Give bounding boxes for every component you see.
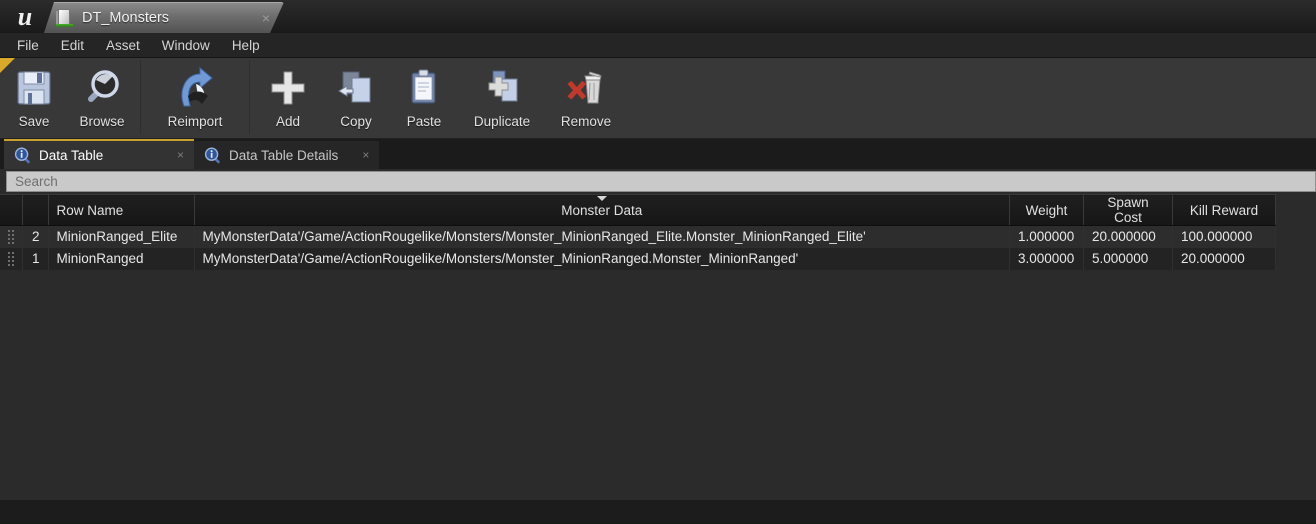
add-button-label: Add — [275, 114, 301, 129]
reimport-button-label: Reimport — [167, 114, 223, 129]
cell-monster-data[interactable]: MyMonsterData'/Game/ActionRougelike/Mons… — [194, 247, 1010, 270]
toolbar-separator-2 — [249, 60, 250, 134]
reimport-button[interactable]: Reimport — [145, 58, 245, 137]
column-header-weight[interactable]: Weight — [1009, 194, 1084, 226]
tab-data-table-details[interactable]: Data Table Details × — [194, 141, 380, 169]
column-header-kill-reward[interactable]: Kill Reward — [1172, 194, 1276, 226]
remove-button-label: Remove — [560, 114, 612, 129]
table-row[interactable]: 1 MinionRanged MyMonsterData'/Game/Actio… — [0, 247, 1276, 270]
close-icon[interactable]: × — [161, 148, 184, 162]
copy-button-label: Copy — [340, 114, 372, 129]
data-table: Row Name Monster Data Weight Spawn Cost … — [0, 194, 1276, 270]
copy-button[interactable]: Copy — [322, 58, 390, 137]
search-placeholder: Search — [15, 174, 58, 189]
column-header-spawn-cost[interactable]: Spawn Cost — [1083, 194, 1173, 226]
row-index: 2 — [22, 225, 49, 248]
column-header-monster-data[interactable]: Monster Data — [194, 194, 1010, 226]
remove-button[interactable]: Remove — [546, 58, 626, 137]
row-drag-handle[interactable] — [0, 247, 23, 270]
menu-bar: File Edit Asset Window Help — [0, 33, 1316, 58]
cell-weight[interactable]: 1.000000 — [1009, 225, 1084, 248]
cell-spawn-cost[interactable]: 20.000000 — [1083, 225, 1173, 248]
column-header-row-name[interactable]: Row Name — [48, 194, 195, 226]
table-header-row: Row Name Monster Data Weight Spawn Cost … — [0, 194, 1276, 226]
unreal-engine-logo[interactable]: u — [0, 0, 50, 33]
column-header-index — [22, 194, 49, 226]
cell-row-name[interactable]: MinionRanged — [48, 247, 195, 270]
toolbar-corner-accent — [0, 58, 15, 73]
column-header-grip — [0, 194, 23, 226]
close-icon[interactable]: × — [234, 11, 270, 25]
cell-kill-reward[interactable]: 20.000000 — [1172, 247, 1276, 270]
data-table-panel: Row Name Monster Data Weight Spawn Cost … — [0, 194, 1316, 500]
cell-monster-data[interactable]: MyMonsterData'/Game/ActionRougelike/Mons… — [194, 225, 1010, 248]
search-bar-container: Search — [0, 169, 1316, 194]
browse-button[interactable]: Browse — [68, 58, 136, 137]
row-drag-handle[interactable] — [0, 225, 23, 248]
menu-item-edit[interactable]: Edit — [50, 35, 95, 56]
column-header-monster-data-label: Monster Data — [561, 202, 643, 218]
cell-kill-reward[interactable]: 100.000000 — [1172, 225, 1276, 248]
menu-item-asset[interactable]: Asset — [95, 35, 151, 56]
duplicate-button-label: Duplicate — [473, 114, 531, 129]
browse-magnifier-icon — [80, 64, 124, 112]
menu-item-file[interactable]: File — [6, 35, 50, 56]
paste-button-label: Paste — [406, 114, 442, 129]
tab-data-table[interactable]: Data Table × — [4, 139, 194, 169]
paste-clipboard-icon — [403, 64, 445, 112]
save-button-label: Save — [18, 114, 50, 129]
copy-pages-icon — [335, 64, 377, 112]
asset-tab-label: DT_Monsters — [82, 9, 170, 26]
cell-weight[interactable]: 3.000000 — [1009, 247, 1084, 270]
toolbar-separator-1 — [140, 60, 141, 134]
panel-tab-bar: Data Table × Data Table Details × — [0, 139, 1316, 169]
browse-button-label: Browse — [79, 114, 125, 129]
add-button[interactable]: Add — [254, 58, 322, 137]
sort-descending-icon — [596, 196, 607, 201]
remove-trash-icon — [564, 64, 608, 112]
reimport-arrow-icon — [172, 64, 218, 112]
asset-tab-dt-monsters[interactable]: DT_Monsters × — [44, 2, 284, 33]
menu-item-window[interactable]: Window — [151, 35, 221, 56]
cell-spawn-cost[interactable]: 5.000000 — [1083, 247, 1173, 270]
search-input[interactable]: Search — [6, 171, 1316, 192]
tab-data-table-label: Data Table — [39, 147, 104, 163]
table-row[interactable]: 2 MinionRanged_Elite MyMonsterData'/Game… — [0, 225, 1276, 248]
tab-data-table-details-label: Data Table Details — [229, 147, 339, 163]
table-empty-area — [0, 269, 1316, 500]
close-icon[interactable]: × — [346, 148, 369, 162]
add-plus-icon — [268, 64, 308, 112]
info-magnifier-icon — [14, 146, 31, 164]
row-index: 1 — [22, 247, 49, 270]
main-toolbar: Save Browse Reimport Add Copy Paste Dupl… — [0, 58, 1316, 139]
info-magnifier-icon — [204, 146, 221, 164]
data-table-asset-icon — [56, 8, 73, 28]
cell-row-name[interactable]: MinionRanged_Elite — [48, 225, 195, 248]
title-bar: u DT_Monsters × — [0, 0, 1316, 33]
menu-item-help[interactable]: Help — [221, 35, 271, 56]
duplicate-button[interactable]: Duplicate — [458, 58, 546, 137]
svg-text:u: u — [18, 4, 32, 30]
duplicate-pages-plus-icon — [480, 64, 524, 112]
paste-button[interactable]: Paste — [390, 58, 458, 137]
save-floppy-icon — [13, 64, 55, 112]
